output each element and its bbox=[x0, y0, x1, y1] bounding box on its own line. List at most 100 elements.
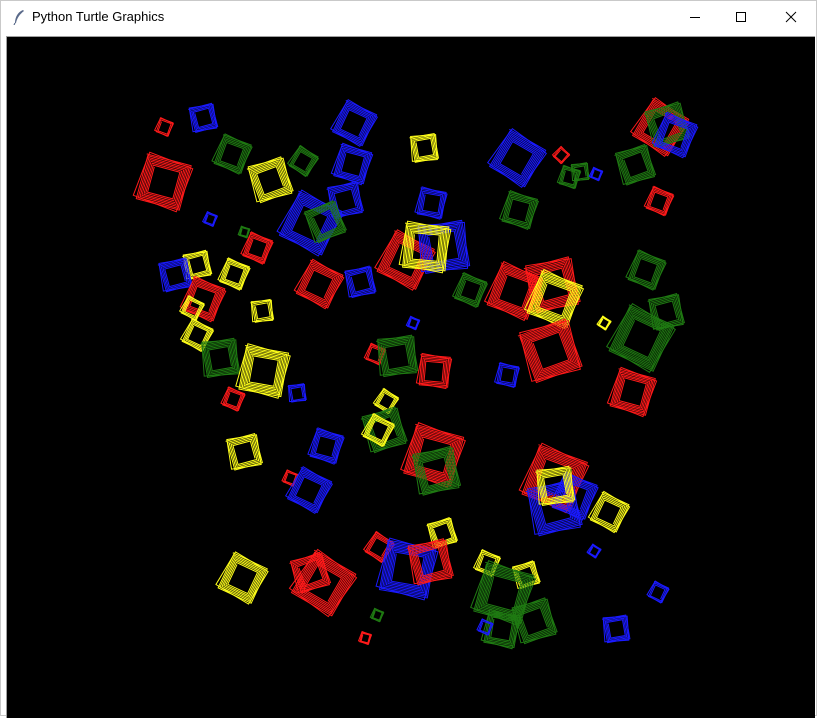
green-spiral-square bbox=[556, 164, 582, 190]
green-spiral-square bbox=[510, 597, 558, 645]
yellow-spiral-line bbox=[219, 258, 251, 291]
red-spiral-square bbox=[132, 151, 194, 213]
yellow-spiral-line bbox=[597, 315, 612, 331]
yellow-spiral-square bbox=[225, 433, 263, 471]
blue-spiral-square bbox=[405, 315, 421, 331]
green-spiral-line bbox=[288, 145, 319, 177]
red-spiral-line bbox=[359, 631, 372, 645]
green-spiral-line bbox=[558, 165, 581, 189]
red-spiral-square bbox=[551, 145, 571, 165]
window-title: Python Turtle Graphics bbox=[32, 9, 165, 24]
blue-spiral-square bbox=[586, 543, 602, 559]
yellow-spiral-square bbox=[235, 343, 291, 399]
green-spiral-square bbox=[498, 189, 540, 231]
green-spiral-square bbox=[237, 225, 251, 239]
red-spiral-line bbox=[295, 259, 344, 309]
red-spiral-line bbox=[403, 423, 465, 487]
blue-spiral-square bbox=[307, 427, 345, 465]
red-spiral-line bbox=[609, 368, 656, 416]
red-spiral-line bbox=[135, 153, 192, 211]
red-square-outline bbox=[153, 116, 175, 138]
green-spiral-square bbox=[606, 303, 676, 373]
yellow-spiral-line bbox=[589, 491, 630, 533]
red-spiral-line bbox=[645, 186, 674, 216]
feather-icon bbox=[13, 10, 24, 25]
green-spiral-square bbox=[614, 143, 657, 186]
green-spiral-line bbox=[627, 250, 666, 290]
blue-spiral-square bbox=[330, 142, 374, 186]
blue-spiral-line bbox=[287, 383, 307, 403]
green-spiral-line bbox=[608, 304, 675, 372]
green-spiral-line bbox=[501, 191, 538, 229]
red-spiral-square bbox=[357, 630, 373, 646]
green-spiral-line bbox=[614, 143, 657, 186]
blue-spiral-square bbox=[486, 127, 548, 189]
yellow-spiral-square bbox=[217, 257, 251, 291]
yellow-spiral-square bbox=[409, 132, 440, 163]
blue-spiral-square bbox=[602, 614, 631, 644]
blue-spiral-line bbox=[309, 428, 344, 464]
red-spiral-square bbox=[606, 366, 658, 418]
green-spiral-square bbox=[647, 293, 685, 331]
blue-spiral-line bbox=[589, 167, 604, 182]
red-spiral-square bbox=[153, 116, 175, 138]
green-spiral-line bbox=[370, 608, 385, 623]
green-spiral-square bbox=[451, 271, 489, 309]
blue-spiral-square bbox=[414, 186, 448, 220]
red-spiral-square bbox=[220, 386, 246, 412]
title-bar[interactable]: Python Turtle Graphics bbox=[1, 1, 816, 33]
blue-spiral-square bbox=[343, 265, 377, 299]
maximize-button[interactable] bbox=[718, 1, 764, 33]
green-spiral-square bbox=[625, 249, 667, 291]
yellow-spiral-square bbox=[215, 551, 269, 605]
turtle-window: Python Turtle Graphics bbox=[0, 0, 817, 718]
red-spiral-line bbox=[552, 146, 571, 165]
blue-square-outline bbox=[329, 98, 379, 148]
red-spiral-square bbox=[293, 258, 345, 310]
close-button[interactable] bbox=[768, 1, 814, 33]
blue-spiral-line bbox=[203, 211, 218, 227]
blue-spiral-line bbox=[488, 128, 547, 188]
red-spiral-line bbox=[155, 117, 174, 137]
blue-spiral-line bbox=[602, 614, 631, 644]
red-spiral-square bbox=[400, 422, 466, 488]
minimize-button[interactable] bbox=[672, 1, 718, 33]
red-square-outline bbox=[293, 258, 345, 310]
green-spiral-line bbox=[213, 134, 252, 174]
red-spiral-square bbox=[643, 185, 675, 217]
yellow-square-outline bbox=[247, 157, 293, 203]
yellow-spiral-square bbox=[596, 315, 612, 331]
blue-spiral-square bbox=[494, 362, 520, 388]
yellow-spiral-square bbox=[250, 298, 275, 323]
blue-spiral-square bbox=[287, 383, 307, 403]
green-spiral-square bbox=[369, 607, 385, 623]
blue-spiral-line bbox=[332, 99, 378, 147]
red-spiral-square bbox=[415, 352, 453, 390]
red-spiral-square bbox=[517, 318, 583, 384]
yellow-spiral-square bbox=[246, 156, 294, 204]
blue-spiral-line bbox=[406, 316, 421, 331]
turtle-canvas[interactable] bbox=[6, 36, 815, 718]
blue-spiral-line bbox=[647, 580, 670, 604]
yellow-spiral-line bbox=[246, 156, 294, 204]
yellow-spiral-line bbox=[409, 132, 440, 163]
blue-spiral-square bbox=[646, 580, 670, 604]
blue-spiral-square bbox=[188, 102, 219, 133]
green-spiral-square bbox=[286, 144, 320, 178]
maximize-icon bbox=[736, 12, 746, 22]
green-spiral-line bbox=[200, 337, 241, 379]
blue-spiral-line bbox=[333, 143, 373, 185]
red-spiral-line bbox=[418, 354, 451, 388]
blue-spiral-square bbox=[329, 98, 379, 148]
spiral-squares-drawing bbox=[132, 96, 699, 650]
blue-spiral-line bbox=[587, 543, 602, 559]
minimize-icon bbox=[690, 17, 700, 18]
red-spiral-line bbox=[222, 386, 246, 412]
blue-spiral-square bbox=[588, 166, 604, 182]
yellow-spiral-line bbox=[217, 552, 268, 604]
blue-spiral-square bbox=[201, 210, 219, 228]
yellow-spiral-line bbox=[250, 298, 275, 323]
red-square-outline bbox=[519, 320, 581, 382]
close-icon bbox=[785, 11, 797, 23]
red-spiral-line bbox=[517, 318, 583, 384]
